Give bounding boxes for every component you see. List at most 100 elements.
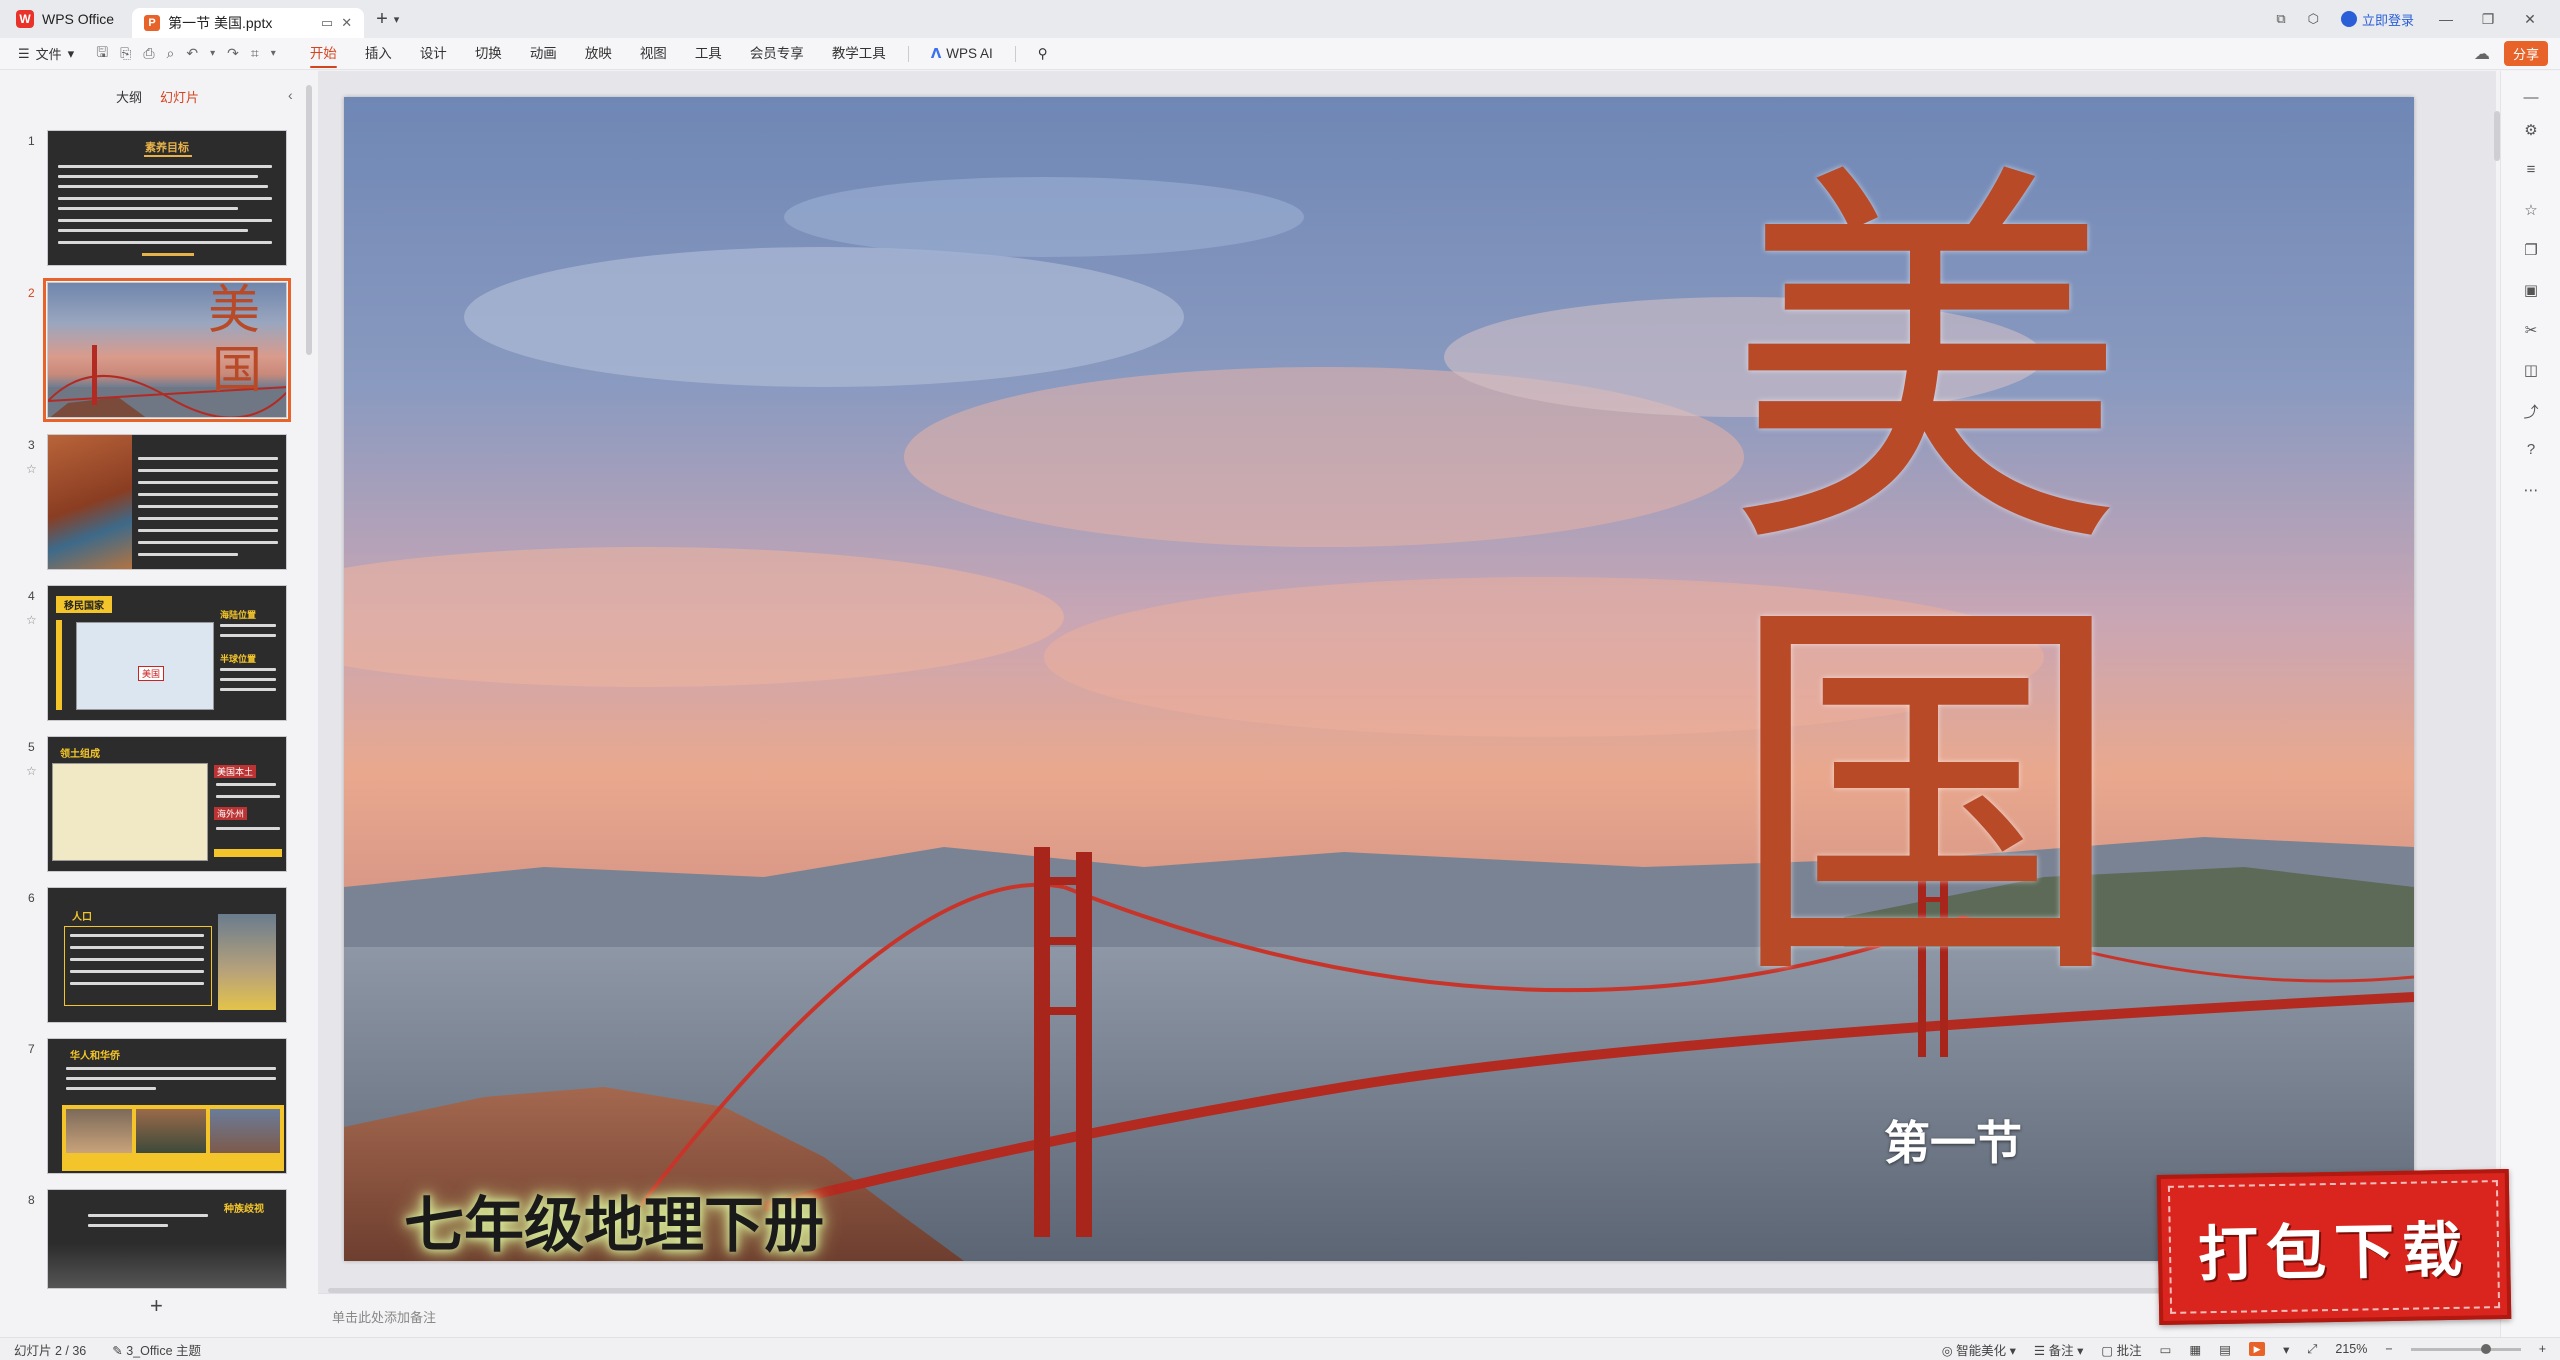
tab-outline[interactable]: 大纲 (116, 87, 142, 106)
play-options-icon[interactable]: ▾ (2283, 1342, 2289, 1357)
print-preview-icon[interactable]: ⌕ (167, 45, 175, 62)
format-painter-icon[interactable]: ⌗ (251, 45, 259, 62)
quick-more-icon[interactable]: ▾ (271, 48, 276, 59)
slide-thumb-item[interactable]: 6 人口 (18, 887, 288, 1025)
title-char-1[interactable]: 美 (1726, 167, 2126, 567)
slide-thumbnail[interactable]: 移民国家 美国 海陆位置 半球位置 (47, 585, 287, 721)
thumb-accent-bar (142, 253, 194, 256)
slide-thumbnail[interactable]: 素养目标 (47, 130, 287, 266)
thumb-text-line (70, 982, 204, 985)
redo-icon[interactable]: ↷ (227, 45, 239, 62)
properties-icon[interactable]: ⚙ (2521, 121, 2541, 141)
menu-home[interactable]: 开始 (296, 38, 351, 70)
tab-list-chevron-icon[interactable]: ▾ (394, 13, 400, 26)
image-icon[interactable]: ▣ (2521, 281, 2541, 301)
login-button[interactable]: 立即登录 (2340, 10, 2414, 29)
grid-view-icon[interactable]: ▦ (2189, 1342, 2201, 1357)
menu-slideshow[interactable]: 放映 (571, 38, 626, 70)
menu-member[interactable]: 会员专享 (736, 38, 818, 70)
undo-dropdown-icon[interactable]: ▾ (210, 48, 215, 59)
window-layout-icon[interactable]: ⧉ (2276, 11, 2285, 27)
slide-thumb-item[interactable]: 1 素养目标 (18, 130, 288, 268)
slide-thumbnail[interactable]: 领土组成 美国本土 海外州 (47, 736, 287, 872)
search-icon[interactable]: ⚲ (1024, 38, 1062, 70)
slide-thumbnail[interactable]: 人口 (47, 887, 287, 1023)
menu-wps-ai[interactable]: ᐱ WPS AI (917, 38, 1007, 70)
help-icon[interactable]: ? (2521, 441, 2541, 461)
reading-view-icon[interactable]: ▤ (2219, 1342, 2231, 1357)
slide-counter: 幻灯片 2 / 36 (14, 1343, 87, 1358)
share-button[interactable]: 分享 (2503, 41, 2548, 66)
star-icon[interactable]: ☆ (26, 613, 37, 627)
zoom-out-icon[interactable]: − (2385, 1342, 2392, 1356)
slide-thumb-item[interactable]: 5 ☆ 领土组成 美国本土 海外州 (18, 736, 288, 874)
menu-view[interactable]: 视图 (626, 38, 681, 70)
layout-icon[interactable]: ◫ (2521, 361, 2541, 381)
slide-thumb-item[interactable]: 7 华人和华侨 (18, 1038, 288, 1176)
minimize-icon[interactable]: — (2436, 11, 2456, 27)
current-slide[interactable]: 美 国 第一节 七年级地理下册 (344, 97, 2414, 1261)
smart-beautify-button[interactable]: ◎ 智能美化 ▾ (1942, 1340, 2016, 1359)
zoom-slider[interactable] (2410, 1343, 2521, 1354)
collapse-panel-icon[interactable]: ‹ (288, 87, 293, 103)
comment-button[interactable]: ▢ 批注 (2101, 1340, 2141, 1359)
play-slideshow-button[interactable]: ▶ (2249, 1342, 2266, 1356)
restore-tab-icon[interactable]: ▭ (321, 15, 333, 31)
star-icon[interactable]: ☆ (26, 764, 37, 778)
menu-teaching-tools[interactable]: 教学工具 (818, 38, 900, 70)
more-icon[interactable]: ⋯ (2521, 481, 2541, 501)
minimize-rail-icon[interactable]: — (2521, 89, 2541, 109)
cloud-sync-icon[interactable]: ☁ (2474, 44, 2490, 64)
slide-thumbnail[interactable] (47, 434, 287, 570)
slide-grade-label[interactable]: 七年级地理下册 (404, 1177, 824, 1261)
menu-design[interactable]: 设计 (406, 38, 461, 70)
thumb-text-line (138, 541, 278, 544)
tools-icon[interactable]: ✂ (2521, 321, 2541, 341)
slide-subtitle[interactable]: 第一节 (1884, 1107, 2022, 1173)
menu-insert[interactable]: 插入 (351, 38, 406, 70)
wps-logo-icon: W (16, 10, 34, 28)
file-menu-button[interactable]: ☰ 文件 ▾ (0, 44, 74, 63)
panel-scrollbar[interactable] (306, 85, 312, 355)
menu-transition[interactable]: 切换 (461, 38, 516, 70)
theme-name[interactable]: ✎ 3_Office 主题 (112, 1340, 201, 1359)
slide-thumb-item[interactable]: 2 美 国 (18, 278, 291, 422)
thumb-text-line (138, 505, 278, 508)
settings-sliders-icon[interactable]: ≡ (2521, 161, 2541, 181)
slide-thumb-item[interactable]: 3 ☆ (18, 434, 288, 572)
title-char-2[interactable]: 国 (1726, 597, 2126, 997)
menu-tools[interactable]: 工具 (681, 38, 736, 70)
file-menu-label: 文件 (35, 47, 62, 62)
slide-thumbnail[interactable]: 华人和华侨 (47, 1038, 287, 1174)
normal-view-icon[interactable]: ▭ (2160, 1342, 2172, 1357)
cube-icon[interactable]: ⬡ (2308, 11, 2319, 27)
undo-icon[interactable]: ↶ (186, 45, 198, 62)
slide-thumbnail[interactable]: 种族歧视 (47, 1189, 287, 1289)
thumb-text-line (58, 185, 268, 188)
download-stamp[interactable]: 打包下载 (2156, 1168, 2512, 1326)
document-tab[interactable]: P 第一节 美国.pptx ▭ ✕ (132, 8, 365, 38)
print-icon[interactable]: ⎙ (143, 45, 154, 62)
add-slide-button[interactable]: + (150, 1293, 163, 1319)
zoom-in-icon[interactable]: + (2539, 1342, 2546, 1356)
notes-toggle-button[interactable]: ☰ 备注 ▾ (2034, 1340, 2083, 1359)
star-icon[interactable]: ☆ (26, 462, 37, 476)
menu-animation[interactable]: 动画 (516, 38, 571, 70)
new-tab-button[interactable]: + (376, 8, 388, 31)
maximize-icon[interactable]: ❐ (2478, 11, 2498, 28)
wps-home-tab[interactable]: W WPS Office (0, 0, 132, 38)
copy-icon[interactable]: ❐ (2521, 241, 2541, 261)
star-icon[interactable]: ☆ (2521, 201, 2541, 221)
close-window-icon[interactable]: ✕ (2520, 11, 2540, 28)
export-pdf-icon[interactable]: ⎘ (120, 45, 131, 62)
tab-slides[interactable]: 幻灯片 (160, 87, 199, 106)
notes-placeholder[interactable]: 单击此处添加备注 (332, 1307, 436, 1326)
slide-thumb-item[interactable]: 4 ☆ 移民国家 美国 海陆位置 半球位置 (18, 585, 288, 723)
fit-window-icon[interactable]: ⤢ (2307, 1342, 2317, 1357)
zoom-level[interactable]: 215% (2335, 1342, 2367, 1356)
close-tab-icon[interactable]: ✕ (341, 15, 352, 31)
slide-thumbnail-selected[interactable]: 美 国 (43, 278, 291, 422)
zoom-slider-knob[interactable] (2480, 1343, 2491, 1354)
save-icon[interactable]: 🖫 (96, 42, 108, 66)
share-icon[interactable]: ⤴ (2521, 401, 2541, 421)
